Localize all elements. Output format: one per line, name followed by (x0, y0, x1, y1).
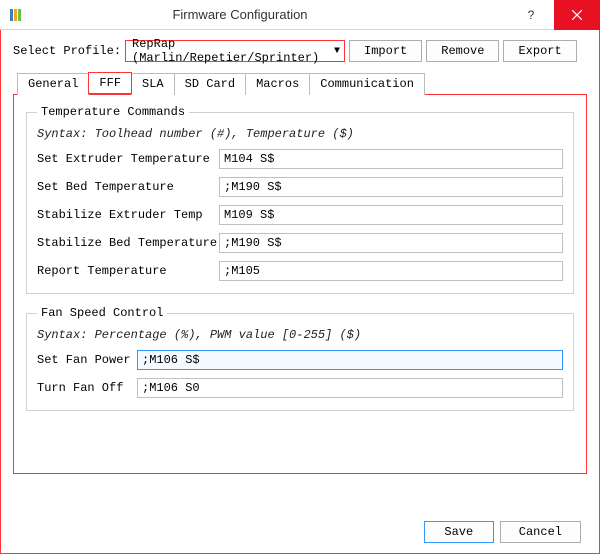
set-fan-power-input[interactable] (137, 350, 563, 370)
chevron-down-icon: ▼ (334, 46, 340, 57)
tabs: General FFF SLA SD Card Macros Communica… (17, 72, 587, 94)
temperature-commands-group: Temperature Commands Syntax: Toolhead nu… (26, 105, 574, 294)
set-bed-temp-input[interactable] (219, 177, 563, 197)
stabilize-extruder-label: Stabilize Extruder Temp (37, 208, 219, 222)
set-bed-temp-label: Set Bed Temperature (37, 180, 219, 194)
turn-fan-off-label: Turn Fan Off (37, 381, 137, 395)
temperature-syntax: Syntax: Toolhead number (#), Temperature… (37, 127, 563, 141)
tab-panel-fff: Temperature Commands Syntax: Toolhead nu… (13, 94, 587, 474)
profile-select[interactable]: RepRap (Marlin/Repetier/Sprinter) ▼ (125, 40, 345, 62)
set-fan-power-label: Set Fan Power (37, 353, 137, 367)
tab-sdcard[interactable]: SD Card (174, 73, 246, 95)
tab-fff[interactable]: FFF (88, 72, 132, 94)
select-profile-label: Select Profile: (13, 44, 121, 58)
stabilize-bed-label: Stabilize Bed Temperature (37, 236, 219, 250)
report-temp-input[interactable] (219, 261, 563, 281)
export-button[interactable]: Export (503, 40, 576, 62)
help-button[interactable]: ? (508, 0, 554, 30)
tab-general[interactable]: General (17, 73, 89, 95)
temperature-commands-legend: Temperature Commands (37, 105, 189, 119)
tab-communication[interactable]: Communication (309, 73, 425, 95)
stabilize-extruder-input[interactable] (219, 205, 563, 225)
remove-button[interactable]: Remove (426, 40, 499, 62)
tab-sla[interactable]: SLA (131, 73, 175, 95)
set-extruder-temp-label: Set Extruder Temperature (37, 152, 219, 166)
fan-syntax: Syntax: Percentage (%), PWM value [0-255… (37, 328, 563, 342)
window-title: Firmware Configuration (0, 7, 508, 22)
report-temp-label: Report Temperature (37, 264, 219, 278)
tab-macros[interactable]: Macros (245, 73, 310, 95)
save-button[interactable]: Save (424, 521, 494, 543)
profile-select-value: RepRap (Marlin/Repetier/Sprinter) (132, 37, 334, 65)
fan-speed-legend: Fan Speed Control (37, 306, 167, 320)
set-extruder-temp-input[interactable] (219, 149, 563, 169)
fan-speed-group: Fan Speed Control Syntax: Percentage (%)… (26, 306, 574, 411)
turn-fan-off-input[interactable] (137, 378, 563, 398)
import-button[interactable]: Import (349, 40, 422, 62)
titlebar: Firmware Configuration ? (0, 0, 600, 30)
stabilize-bed-input[interactable] (219, 233, 563, 253)
cancel-button[interactable]: Cancel (500, 521, 581, 543)
close-button[interactable] (554, 0, 600, 30)
